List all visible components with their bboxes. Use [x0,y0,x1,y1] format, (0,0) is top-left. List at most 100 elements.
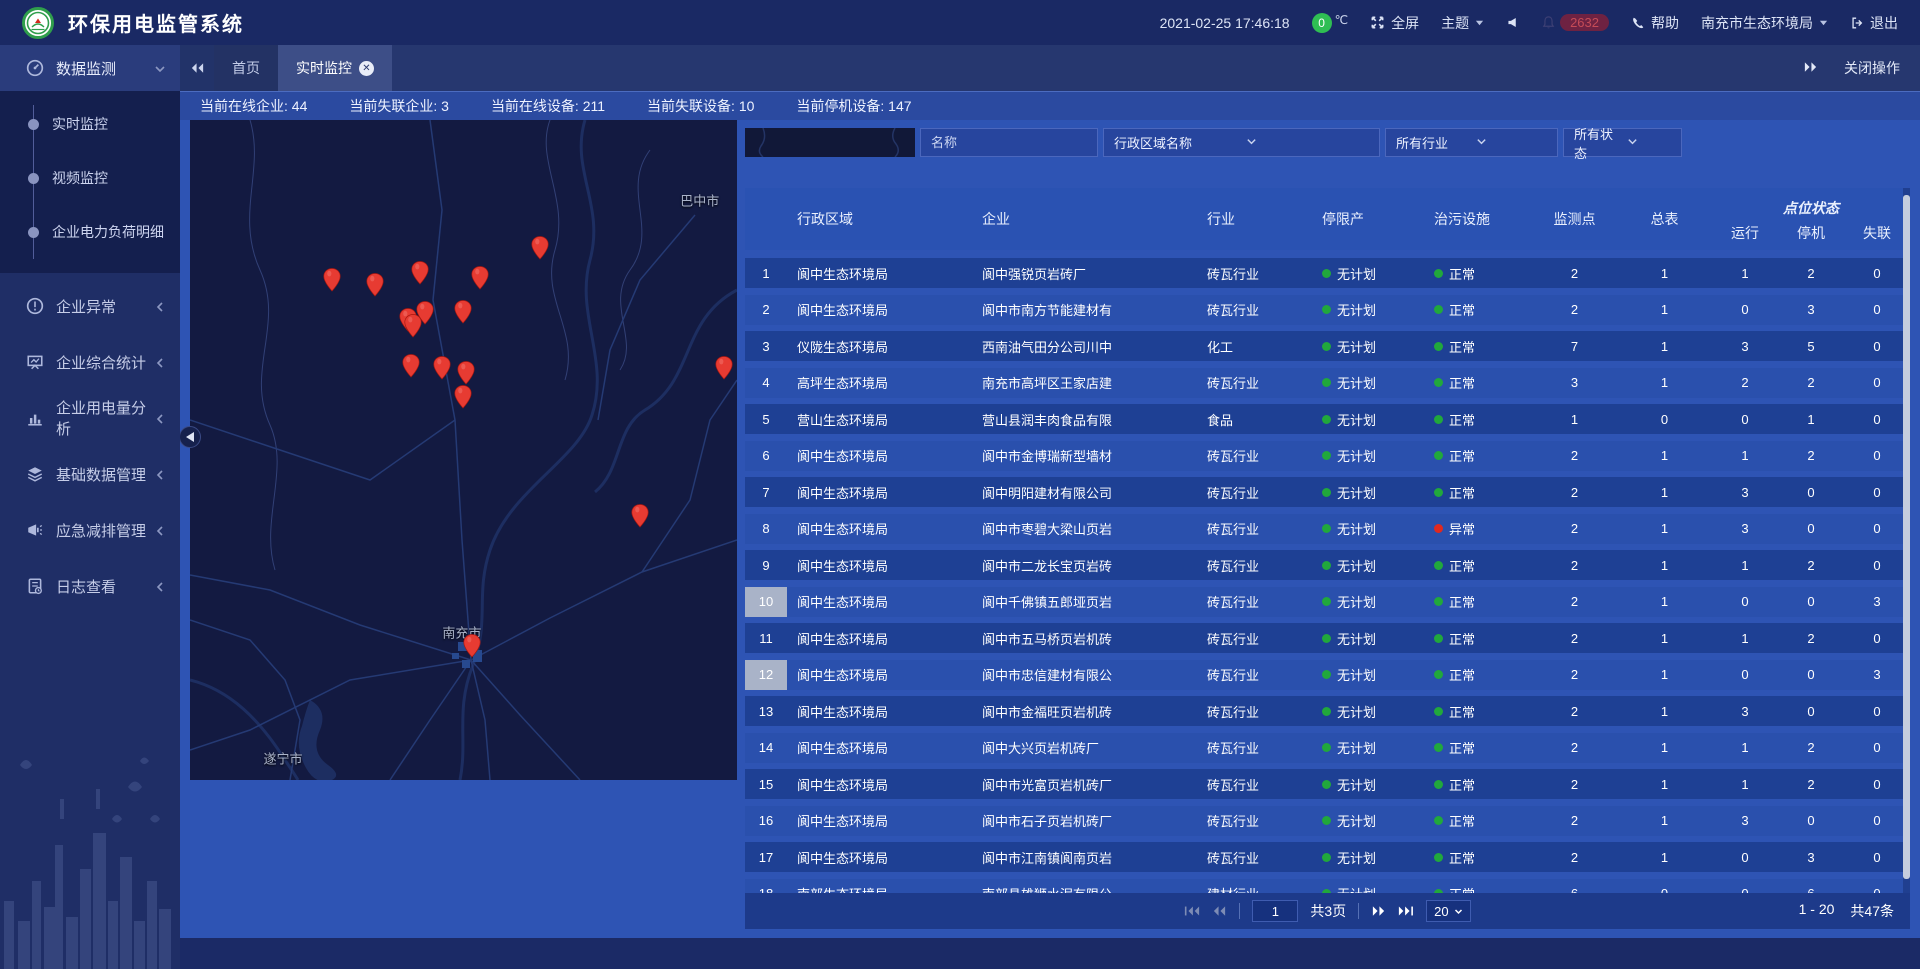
logfile-icon [26,577,44,595]
cell-monitor-points: 2 [1532,660,1617,690]
theme-dropdown[interactable]: 主题 [1441,13,1484,33]
mute-button[interactable] [1506,16,1519,29]
sidebar-subitem[interactable]: 实时监控 [0,97,180,151]
sidebar-submenu: 实时监控视频监控企业电力负荷明细 [0,91,180,273]
page-size-select[interactable]: 20 [1426,900,1470,922]
tabs-scroll-right-button[interactable] [1803,60,1818,76]
map-pin-icon[interactable] [471,266,489,290]
cell-monitor-points: 2 [1532,477,1617,507]
cell-facility: 正常 [1424,623,1532,653]
map-pin-icon[interactable] [402,354,420,378]
logout-button[interactable]: 退出 [1850,13,1898,33]
industry-filter-select[interactable]: 所有行业 [1385,128,1558,157]
cell-stopped: 2 [1778,769,1844,799]
table-row[interactable]: 14阆中生态环境局阆中大兴页岩机砖厂砖瓦行业无计划正常21120 [745,733,1910,763]
table-scrollbar[interactable] [1903,188,1910,893]
cell-stop-limit: 无计划 [1312,623,1424,653]
stat-item: 当前失联设备: 10 [647,96,754,116]
map-pin-icon[interactable] [323,268,341,292]
cell-total-meter: 1 [1617,477,1712,507]
sidebar-item[interactable]: 企业综合统计 [0,339,180,385]
table-row[interactable]: 1阆中生态环境局阆中强锐页岩砖厂砖瓦行业无计划正常21120 [745,258,1910,288]
sidebar-item[interactable]: 数据监测 [0,45,180,91]
table-row[interactable]: 7阆中生态环境局阆中明阳建材有限公司砖瓦行业无计划正常21300 [745,477,1910,507]
status-dot-icon [1434,743,1443,752]
fullscreen-button[interactable]: 全屏 [1370,13,1419,33]
record-total-label: 共47条 [1850,901,1894,921]
map-pin-icon[interactable] [433,356,451,380]
table-row[interactable]: 12阆中生态环境局阆中市忠信建材有限公砖瓦行业无计划正常21003 [745,660,1910,690]
map-pin-icon[interactable] [463,634,481,658]
tabs-scroll-left-button[interactable] [180,45,214,91]
sidebar-item[interactable]: 应急减排管理 [0,507,180,553]
map-panel[interactable]: 巴中市南充市遂宁市 [190,120,737,780]
app-logo [22,7,54,39]
cell-total-meter: 1 [1617,660,1712,690]
sidebar-menu: 数据监测实时监控视频监控企业电力负荷明细企业异常企业综合统计企业用电量分析基础数… [0,45,180,609]
prev-page-button[interactable] [1212,905,1227,917]
table-row[interactable]: 4高坪生态环境局南充市高坪区王家店建砖瓦行业无计划正常31220 [745,368,1910,398]
map-pin-icon[interactable] [457,361,475,385]
next-page-button[interactable] [1371,905,1386,917]
col-total-meter: 总表 [1617,188,1712,250]
tab[interactable]: 实时监控✕ [278,45,392,91]
table-row[interactable]: 16阆中生态环境局阆中市石子页岩机砖厂砖瓦行业无计划正常21300 [745,806,1910,836]
first-page-button[interactable] [1184,905,1200,917]
status-filter-select[interactable]: 所有状态 [1563,128,1682,157]
table-row[interactable]: 8阆中生态环境局阆中市枣碧大梁山页岩砖瓦行业无计划异常21300 [745,514,1910,544]
cell-index: 2 [745,295,787,325]
sidebar-item[interactable]: 日志查看 [0,563,180,609]
cell-stop-limit: 无计划 [1312,587,1424,617]
cell-company: 阆中市枣碧大梁山页岩 [972,514,1197,544]
map-pin-icon[interactable] [531,236,549,260]
sidebar-subitem[interactable]: 视频监控 [0,151,180,205]
table-row[interactable]: 5营山生态环境局营山县润丰肉食品有限食品无计划正常10010 [745,404,1910,434]
status-dot-icon [1322,342,1331,351]
status-dot-icon [1434,305,1443,314]
sidebar-item[interactable]: 企业用电量分析 [0,395,180,441]
table-row[interactable]: 11阆中生态环境局阆中市五马桥页岩机砖砖瓦行业无计划正常21120 [745,623,1910,653]
sidebar-subitem[interactable]: 企业电力负荷明细 [0,205,180,259]
col-company: 企业 [972,188,1197,250]
submenu-dot-icon [28,173,39,184]
map-pin-icon[interactable] [416,301,434,325]
cell-total-meter: 1 [1617,514,1712,544]
map-pin-icon[interactable] [715,356,733,380]
table-row[interactable]: 3仪陇生态环境局西南油气田分公司川中化工无计划正常71350 [745,331,1910,361]
submenu-dot-icon [28,227,39,238]
cell-running: 1 [1712,623,1778,653]
table-row[interactable]: 2阆中生态环境局阆中市南方节能建材有砖瓦行业无计划正常21030 [745,295,1910,325]
table-row[interactable]: 6阆中生态环境局阆中市金博瑞新型墙材砖瓦行业无计划正常21120 [745,441,1910,471]
map-pin-icon[interactable] [411,261,429,285]
last-page-button[interactable] [1398,905,1414,917]
status-dot-icon [1434,816,1443,825]
table-row[interactable]: 17阆中生态环境局阆中市江南镇阆南页岩砖瓦行业无计划正常21030 [745,842,1910,872]
name-filter-input[interactable] [920,128,1098,157]
map-collapse-handle[interactable] [179,426,201,448]
notification-bell[interactable]: 2632 [1541,14,1609,31]
table-row[interactable]: 9阆中生态环境局阆中市二龙长宝页岩砖砖瓦行业无计划正常21120 [745,550,1910,580]
tab-close-icon[interactable]: ✕ [359,61,374,76]
table-row[interactable]: 13阆中生态环境局阆中市金福旺页岩机砖砖瓦行业无计划正常21300 [745,696,1910,726]
help-button[interactable]: 帮助 [1631,13,1679,33]
cell-running: 1 [1712,550,1778,580]
cell-company: 南充市高坪区王家店建 [972,368,1197,398]
region-filter-select[interactable]: 行政区域名称 [1103,128,1380,157]
table-row[interactable]: 10阆中生态环境局阆中千佛镇五郎垭页岩砖瓦行业无计划正常21003 [745,587,1910,617]
sidebar-item[interactable]: 基础数据管理 [0,451,180,497]
map-pin-icon[interactable] [454,300,472,324]
phone-icon [1631,16,1645,30]
scrollbar-thumb[interactable] [1903,195,1910,879]
table-row[interactable]: 15阆中生态环境局阆中市光富页岩机砖厂砖瓦行业无计划正常21120 [745,769,1910,799]
record-range-label: 1 - 20 [1799,901,1835,921]
close-operations-button[interactable]: 关闭操作 [1844,58,1900,78]
tab[interactable]: 首页 [214,45,278,91]
map-pin-icon[interactable] [366,273,384,297]
col-index [745,188,787,250]
cell-company: 阆中千佛镇五郎垭页岩 [972,587,1197,617]
sidebar-item[interactable]: 企业异常 [0,283,180,329]
page-number-input[interactable] [1252,900,1298,922]
org-dropdown[interactable]: 南充市生态环境局 [1701,13,1828,33]
map-pin-icon[interactable] [454,385,472,409]
map-pin-icon[interactable] [631,504,649,528]
